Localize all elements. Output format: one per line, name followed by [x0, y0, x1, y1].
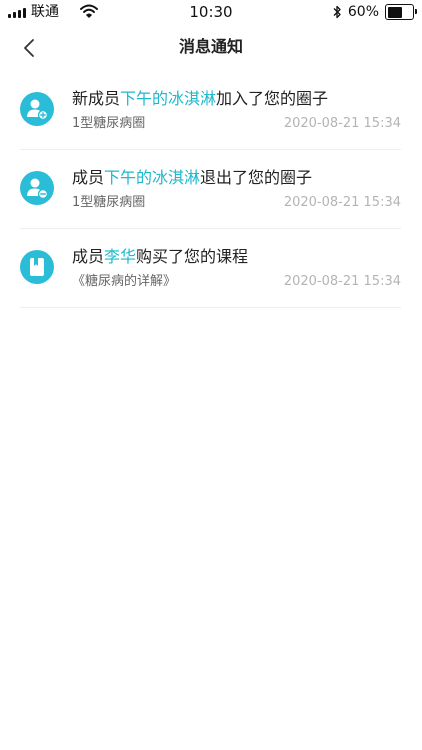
notification-time: 2020-08-21 15:34	[283, 274, 401, 289]
title-prefix: 新成员	[72, 89, 121, 108]
notification-subtitle: 《糖尿病的详解》	[72, 274, 177, 289]
title-suffix: 加入了您的圈子	[216, 89, 329, 108]
notification-time: 2020-08-21 15:34	[283, 195, 401, 210]
user-add-icon	[20, 92, 54, 126]
notification-subtitle: 1型糖尿病圈	[72, 116, 146, 131]
title-suffix: 退出了您的圈子	[200, 168, 313, 187]
book-icon	[20, 250, 54, 284]
member-name-link[interactable]: 下午的冰淇淋	[104, 168, 200, 187]
status-bar: 联通 10:30 60%	[0, 0, 422, 24]
notification-title: 成员李华购买了您的课程	[72, 246, 248, 268]
battery-icon	[385, 4, 417, 20]
battery-level	[387, 6, 402, 18]
screen: 联通 10:30 60% 消息通知 新成员下午的冰淇淋加入了您的圈子 1型糖尿病…	[0, 0, 422, 750]
notification-time: 2020-08-21 15:34	[283, 116, 401, 131]
bluetooth-icon	[333, 5, 341, 19]
title-suffix: 购买了您的课程	[136, 247, 249, 266]
title-prefix: 成员	[72, 247, 105, 266]
title-prefix: 成员	[72, 168, 105, 187]
notification-item[interactable]: 新成员下午的冰淇淋加入了您的圈子 1型糖尿病圈 2020-08-21 15:34	[20, 71, 401, 150]
notification-title: 新成员下午的冰淇淋加入了您的圈子	[72, 88, 328, 110]
notification-item[interactable]: 成员下午的冰淇淋退出了您的圈子 1型糖尿病圈 2020-08-21 15:34	[20, 150, 401, 229]
nav-bar: 消息通知	[0, 24, 422, 70]
notification-title: 成员下午的冰淇淋退出了您的圈子	[72, 167, 312, 189]
notification-list: 新成员下午的冰淇淋加入了您的圈子 1型糖尿病圈 2020-08-21 15:34…	[20, 71, 401, 308]
user-remove-icon	[20, 171, 54, 205]
battery-percent: 60%	[347, 4, 379, 20]
member-name-link[interactable]: 下午的冰淇淋	[120, 89, 216, 108]
status-right: 60%	[332, 3, 417, 21]
notification-subtitle: 1型糖尿病圈	[72, 195, 146, 210]
member-name-link[interactable]: 李华	[104, 247, 136, 266]
notification-item[interactable]: 成员李华购买了您的课程 《糖尿病的详解》 2020-08-21 15:34	[20, 229, 401, 308]
page-title: 消息通知	[178, 37, 243, 56]
